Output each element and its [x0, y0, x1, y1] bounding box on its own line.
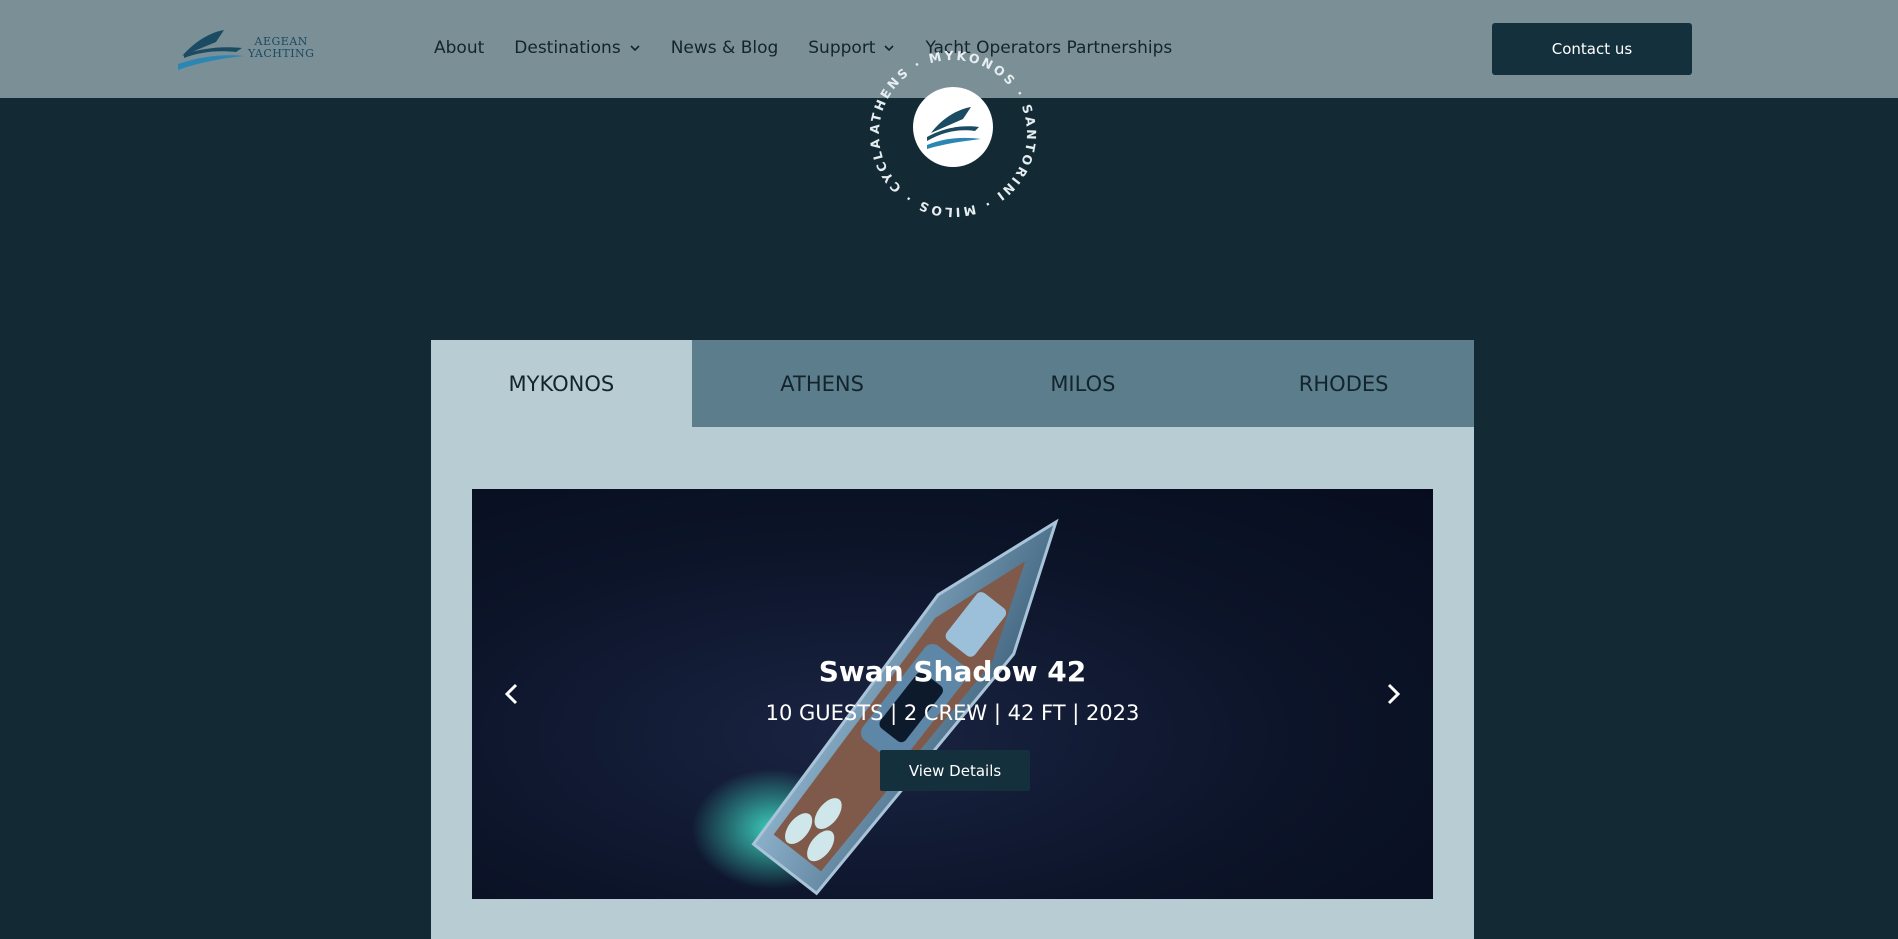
view-details-button[interactable]: View Details — [880, 750, 1030, 791]
nav-about-label: About — [434, 38, 485, 58]
destination-panel: MYKONOS ATHENS MILOS RHODES Swan Shadow … — [431, 340, 1474, 939]
nav-destinations-label: Destinations — [514, 38, 621, 58]
nav-destinations[interactable]: Destinations — [514, 38, 640, 58]
destination-tabs: MYKONOS ATHENS MILOS RHODES — [431, 340, 1474, 427]
logo-line-2: YACHTING — [248, 47, 315, 60]
chevron-left-icon — [504, 683, 518, 705]
nav-news-blog-label: News & Blog — [670, 38, 779, 58]
tab-rhodes[interactable]: RHODES — [1213, 340, 1474, 427]
yacht-aerial-image — [692, 518, 1059, 896]
main-nav: About Destinations News & Blog Support Y… — [434, 38, 1172, 58]
chevron-right-icon — [1387, 683, 1401, 705]
nav-about[interactable]: About — [434, 38, 484, 58]
yacht-carousel-slide: Swan Shadow 42 10 GUESTS | 2 CREW | 42 F… — [472, 489, 1433, 899]
tab-milos[interactable]: MILOS — [953, 340, 1214, 427]
tab-athens[interactable]: ATHENS — [692, 340, 953, 427]
chevron-down-icon — [630, 45, 640, 52]
logo-wordmark[interactable]: AEGEAN YACHTING — [248, 36, 314, 60]
nav-news-blog[interactable]: News & Blog — [671, 38, 779, 58]
tab-mykonos[interactable]: MYKONOS — [431, 340, 692, 427]
contact-button[interactable]: Contact us — [1492, 23, 1692, 75]
yacht-logo-icon — [913, 87, 993, 167]
carousel-next-button[interactable] — [1377, 678, 1409, 710]
rotating-destination-badge: ATHENS · MYKONOS · SANTORINI · MILOS · C… — [858, 33, 1042, 223]
yacht-specs: 10 GUESTS | 2 CREW | 42 FT | 2023 — [765, 701, 1140, 725]
yacht-title: Swan Shadow 42 — [818, 655, 1087, 688]
carousel-prev-button[interactable] — [496, 678, 528, 710]
